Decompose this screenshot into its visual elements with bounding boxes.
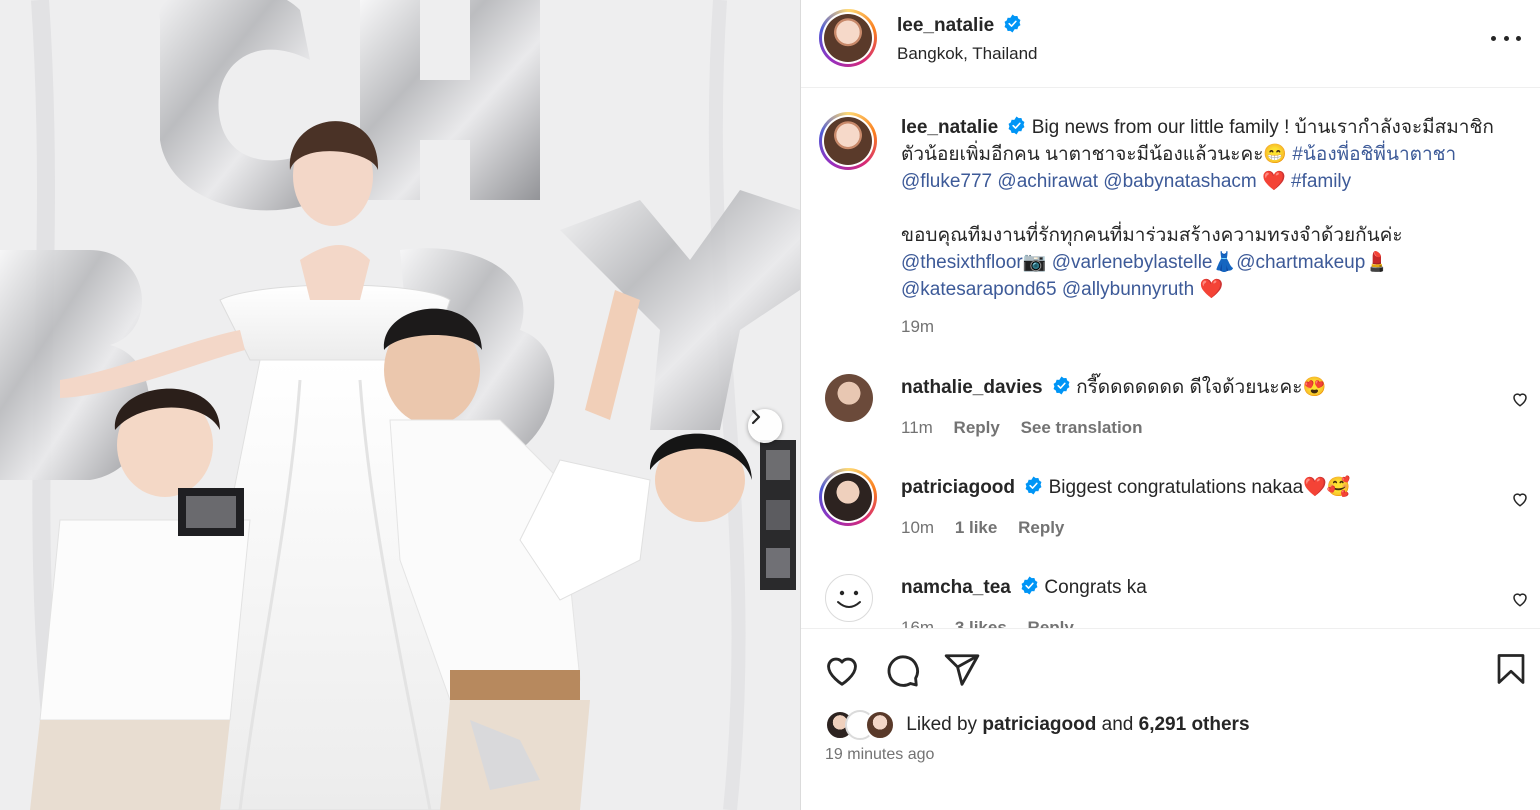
comment-time[interactable]: 11m <box>901 418 933 437</box>
mention-link[interactable]: @fluke777 <box>901 171 992 192</box>
liked-by-mid: and <box>1101 714 1134 736</box>
commenter-username[interactable]: namcha_tea <box>901 577 1011 598</box>
verified-icon <box>1004 14 1021 33</box>
commenter-username[interactable]: nathalie_davies <box>901 377 1043 398</box>
comment-text: กรี๊ดดดดดดด ดีใจด้วยนะคะ😍 <box>1076 377 1327 398</box>
hashtag-link[interactable]: #น้องพี่อชิพี่นาตาชา <box>1292 144 1456 165</box>
lipstick-emoji: 💄 <box>1365 252 1389 273</box>
mention-link[interactable]: @babynatashacm <box>1103 171 1256 192</box>
post-location[interactable]: Bangkok, Thailand <box>897 44 1038 64</box>
commenter-username[interactable]: patriciagood <box>901 477 1015 498</box>
hashtag-link[interactable]: #family <box>1291 171 1351 192</box>
commenter-avatar[interactable] <box>819 468 877 526</box>
commenter-avatar[interactable] <box>825 574 873 622</box>
reply-button[interactable]: Reply <box>954 418 1000 437</box>
post-photo[interactable] <box>0 0 800 810</box>
likes-count[interactable]: 6,291 others <box>1139 714 1250 735</box>
dress-emoji: 👗 <box>1212 252 1237 273</box>
heart-icon[interactable] <box>1511 590 1529 608</box>
comment-time[interactable]: 16m <box>901 618 934 628</box>
comment-text: Congrats ka <box>1044 577 1147 598</box>
see-translation-button[interactable]: See translation <box>1021 418 1143 437</box>
reply-button[interactable]: Reply <box>1018 518 1064 537</box>
next-photo-button[interactable] <box>748 409 782 443</box>
mention-link[interactable]: @katesarapond65 <box>901 279 1057 300</box>
bookmark-icon[interactable] <box>1493 651 1529 687</box>
chevron-right-icon <box>751 409 761 425</box>
author-avatar[interactable] <box>819 9 877 67</box>
heart-emoji: ❤️ <box>1199 279 1224 300</box>
camera-emoji: 📷 <box>1022 252 1047 273</box>
verified-icon <box>1025 476 1042 495</box>
mention-link[interactable]: @chartmakeup <box>1236 252 1365 273</box>
reply-button[interactable]: Reply <box>1028 618 1074 628</box>
more-options-icon[interactable] <box>1491 26 1521 50</box>
heart-emoji: ❤️ <box>1262 171 1286 192</box>
verified-icon <box>1021 576 1038 595</box>
likes-summary: Liked by patriciagood and 6,291 others <box>825 710 1250 740</box>
mention-link[interactable]: @allybunnyruth <box>1062 279 1194 300</box>
mention-link[interactable]: @thesixthfloor <box>901 252 1023 273</box>
comment-icon[interactable] <box>883 651 921 689</box>
comment-likes[interactable]: 1 like <box>955 518 998 537</box>
liker-avatar[interactable] <box>865 710 895 740</box>
share-icon[interactable] <box>943 651 981 689</box>
heart-icon[interactable] <box>823 651 861 689</box>
heart-icon[interactable] <box>1511 490 1529 508</box>
author-username[interactable]: lee_natalie <box>897 15 994 36</box>
smiley-face-icon <box>837 590 861 608</box>
verified-icon <box>1053 376 1070 395</box>
post-side-panel: lee_natalie Bangkok, Thailand lee_natali… <box>800 0 1540 810</box>
family-photo-illustration <box>0 0 800 810</box>
posted-time[interactable]: 19 minutes ago <box>825 746 934 764</box>
heart-icon[interactable] <box>1511 390 1529 408</box>
caption-username[interactable]: lee_natalie <box>901 117 998 138</box>
caption-time[interactable]: 19m <box>901 313 1511 340</box>
comment-likes[interactable]: 3 likes <box>955 618 1007 628</box>
verified-icon <box>1009 116 1025 135</box>
commenter-avatar[interactable] <box>825 374 873 422</box>
mention-link[interactable]: @varlenebylastelle <box>1052 252 1213 273</box>
caption-author-avatar[interactable] <box>819 112 877 170</box>
comment-text: Biggest congratulations nakaa❤️🥰 <box>1048 477 1351 498</box>
caption-text-2: ขอบคุณทีมงานที่รักทุกคนที่มาร่วมสร้างควา… <box>901 225 1403 246</box>
post-header: lee_natalie Bangkok, Thailand <box>801 0 1540 88</box>
liked-by-prefix: Liked by <box>906 714 978 736</box>
mention-link[interactable]: @achirawat <box>997 171 1098 192</box>
comments-scroll-area[interactable]: lee_natalie Big news from our little fam… <box>801 88 1540 628</box>
liked-by-user[interactable]: patriciagood <box>982 714 1096 735</box>
comment-time[interactable]: 10m <box>901 518 934 537</box>
